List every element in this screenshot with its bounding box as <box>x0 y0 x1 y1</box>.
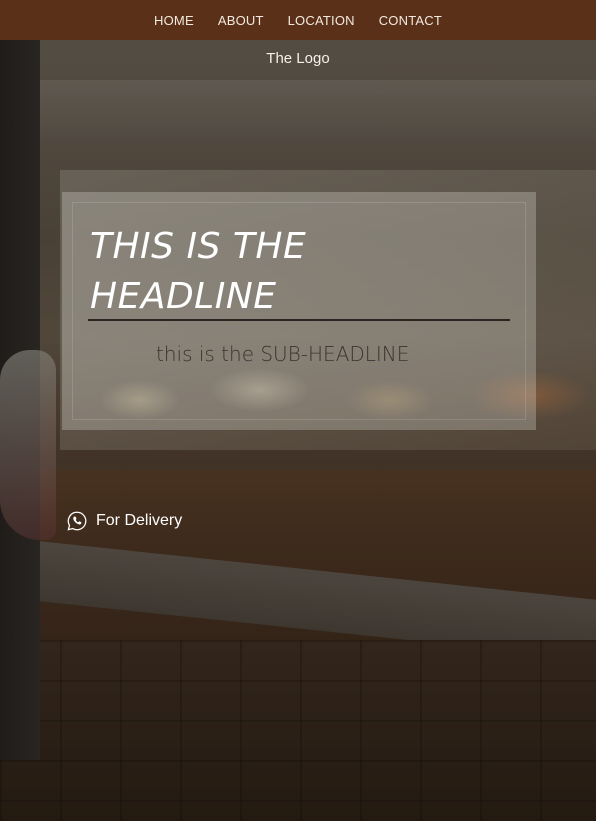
hero-background-image <box>0 40 596 821</box>
nav-location-link[interactable]: LOCATION <box>288 13 355 28</box>
nav-contact-link[interactable]: CONTACT <box>379 13 442 28</box>
headline-card: THIS IS THE HEADLINE this is the SUB-HEA… <box>62 192 536 430</box>
site-logo[interactable]: The Logo <box>0 50 596 67</box>
top-navbar: HOME ABOUT LOCATION CONTACT <box>0 0 596 40</box>
nav-about-link[interactable]: ABOUT <box>218 13 264 28</box>
page: HOME ABOUT LOCATION CONTACT The Logo THI… <box>0 0 596 821</box>
page-headline: THIS IS THE HEADLINE <box>90 226 307 317</box>
nav-home-link[interactable]: HOME <box>154 13 194 28</box>
page-subheadline: this is the SUB-HEADLINE <box>156 342 410 366</box>
whatsapp-icon <box>66 510 88 532</box>
delivery-link[interactable]: For Delivery <box>66 510 182 532</box>
delivery-label: For Delivery <box>96 512 183 529</box>
headline-divider <box>88 319 510 321</box>
